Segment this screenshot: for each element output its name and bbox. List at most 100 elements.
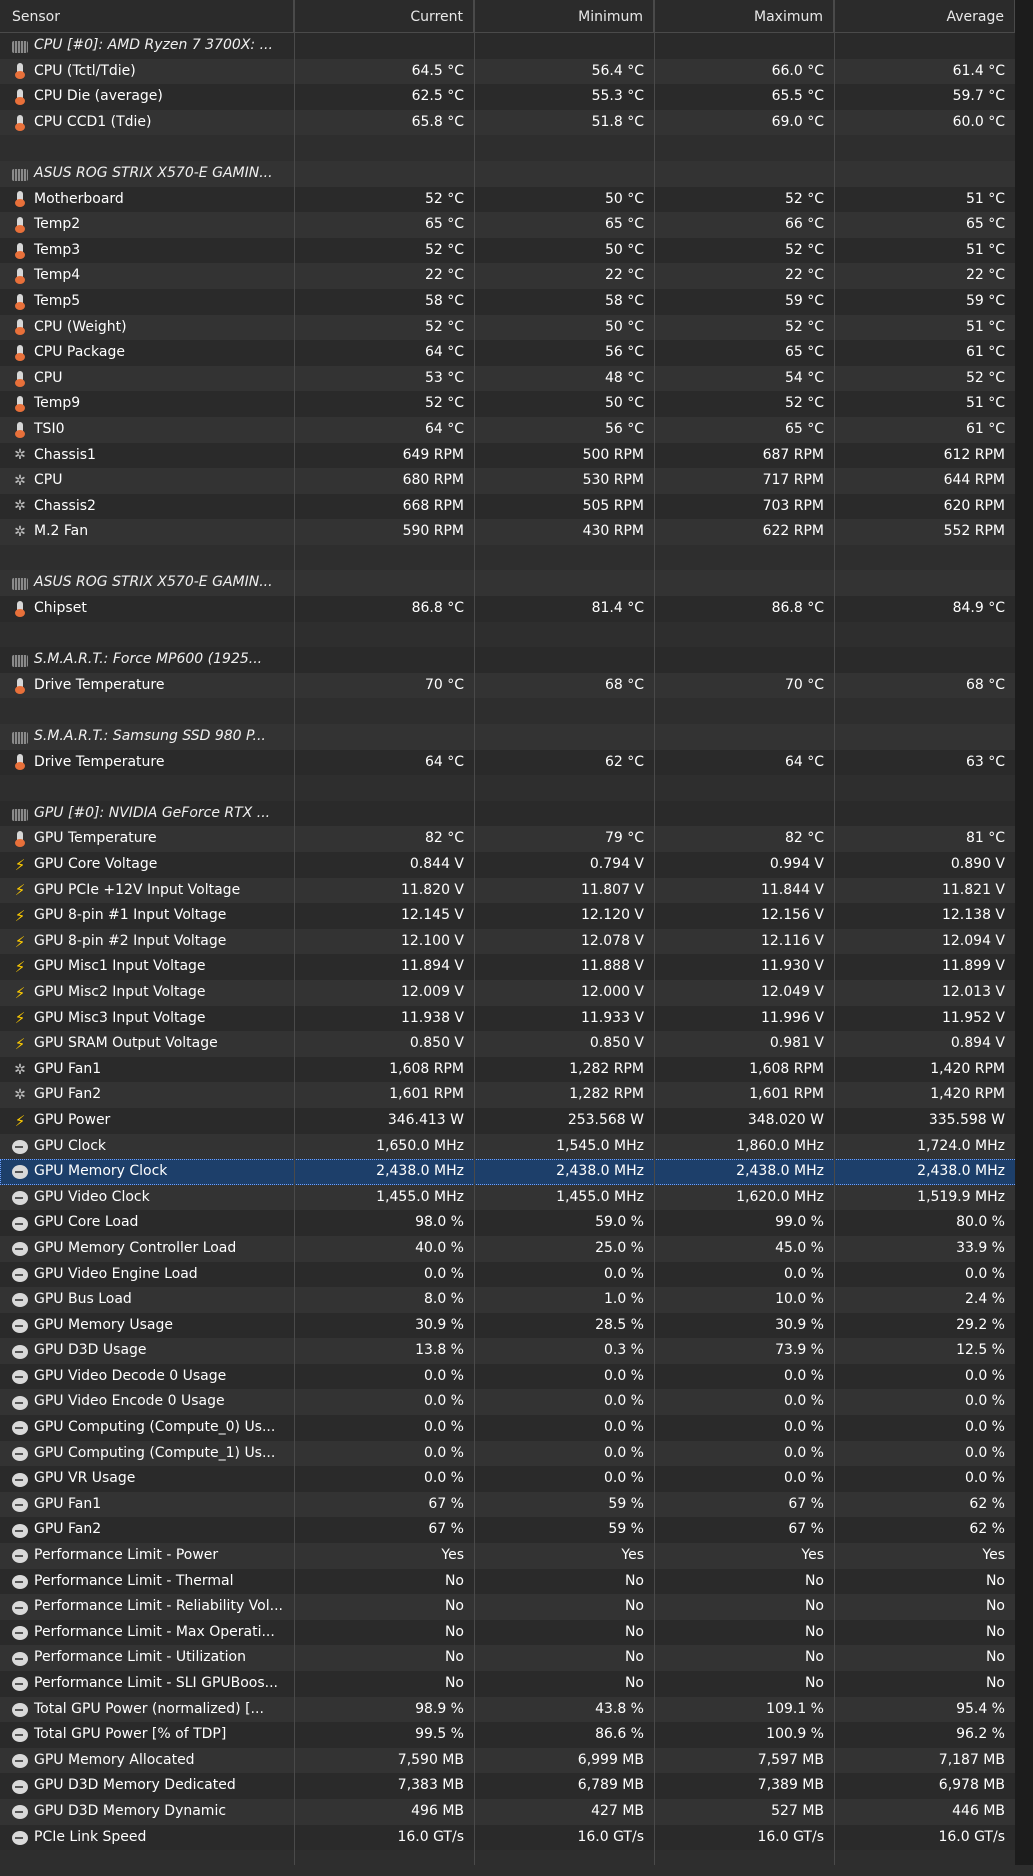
current-value: 668 RPM — [402, 497, 464, 514]
minimum-value: 0.0 % — [603, 1470, 644, 1487]
table-row[interactable]: CPU (Tctl/Tdie) 64.5 °C 56.4 °C 66.0 °C 61.4… — [0, 58, 1033, 85]
table-row[interactable]: Performance Limit - Utilization No No No No — [0, 1645, 1033, 1671]
sensor-group-row[interactable]: CPU [#0]: AMD Ryzen 7 3700X: ... — [0, 33, 1033, 59]
table-row[interactable]: GPU Fan2 67 % 59 % 67 % 62 % — [0, 1517, 1033, 1544]
table-row[interactable]: CPU CCD1 (Tdie) 65.8 °C 51.8 °C 69.0 °C 60.0… — [0, 109, 1033, 136]
average-value: 51 °C — [965, 395, 1005, 412]
table-row[interactable]: ✲ GPU Fan1 1,608 RPM 1,282 RPM 1,608 RPM 1,42… — [0, 1056, 1033, 1083]
table-row[interactable]: Performance Limit - Thermal No No No No — [0, 1568, 1033, 1595]
table-row[interactable]: GPU Memory Controller Load 40.0 % 25.0 % 45… — [0, 1235, 1033, 1262]
sensor-name-cell: Performance Limit - Reliability Vol... — [0, 1594, 294, 1620]
sensor-name-cell: ✲ Chassis1 — [0, 443, 294, 469]
average-value: 335.598 W — [928, 1111, 1005, 1128]
sensor-name-cell: ASUS ROG STRIX X570-E GAMIN... — [0, 161, 294, 187]
sensor-group-row[interactable]: ASUS ROG STRIX X570-E GAMIN... — [0, 570, 1033, 597]
table-row[interactable]: GPU Computing (Compute_1) Us... 0.0 % 0.0 … — [0, 1440, 1033, 1467]
sensor-name-cell: Temp4 — [0, 263, 294, 289]
table-row[interactable]: GPU D3D Usage 13.8 % 0.3 % 73.9 % 12.5 % — [0, 1338, 1033, 1364]
table-row[interactable]: Total GPU Power [% of TDP] 99.5 % 86.6 % 10… — [0, 1722, 1033, 1748]
table-row[interactable]: Drive Temperature 70 °C 68 °C 70 °C 68 °C — [0, 672, 1033, 699]
table-row[interactable]: GPU Bus Load 8.0 % 1.0 % 10.0 % 2.4 % — [0, 1287, 1033, 1313]
table-row[interactable]: Temp2 65 °C 65 °C 66 °C 65 °C — [0, 212, 1033, 238]
sensor-table: Sensor Current Minimum Maximum Average C… — [0, 0, 1033, 1876]
table-row[interactable]: Performance Limit - Reliability Vol... No… — [0, 1594, 1033, 1620]
table-row[interactable]: ✲ M.2 Fan 590 RPM 430 RPM 622 RPM 552 RPM — [0, 519, 1033, 545]
table-row[interactable]: GPU VR Usage 0.0 % 0.0 % 0.0 % 0.0 % — [0, 1466, 1033, 1492]
spacer-row — [0, 544, 1033, 571]
table-row[interactable]: ✲ Chassis1 649 RPM 500 RPM 687 RPM 612 RPM — [0, 442, 1033, 469]
sensor-label: Chassis1 — [34, 446, 96, 463]
table-row[interactable]: ⚡ GPU Misc3 Input Voltage 11.938 V 11.933 V… — [0, 1005, 1033, 1032]
table-row[interactable]: Motherboard 52 °C 50 °C 52 °C 51 °C — [0, 186, 1033, 213]
column-header-average[interactable]: Average — [834, 0, 1015, 32]
maximum-value: 65.5 °C — [771, 88, 824, 105]
table-row[interactable]: Total GPU Power (normalized) [... 98.9 % 4… — [0, 1696, 1033, 1723]
sensor-group-row[interactable]: S.M.A.R.T.: Samsung SSD 980 P... — [0, 724, 1033, 750]
table-row[interactable]: GPU Memory Allocated 7,590 MB 6,999 MB 7,59… — [0, 1747, 1033, 1774]
table-row[interactable]: ✲ CPU 680 RPM 530 RPM 717 RPM 644 RPM — [0, 468, 1033, 494]
column-header-current[interactable]: Current — [294, 0, 474, 32]
column-header-minimum[interactable]: Minimum — [474, 0, 654, 32]
current-value: 0.0 % — [423, 1265, 464, 1282]
table-row[interactable]: Temp9 52 °C 50 °C 52 °C 51 °C — [0, 391, 1033, 417]
table-row[interactable]: CPU (Weight) 52 °C 50 °C 52 °C 51 °C — [0, 314, 1033, 341]
maximum-value: 65 °C — [784, 420, 824, 437]
table-row[interactable]: ⚡ GPU Core Voltage 0.844 V 0.794 V 0.994 V 0.… — [0, 852, 1033, 878]
table-row[interactable]: GPU Core Load 98.0 % 59.0 % 99.0 % 80.0 % — [0, 1210, 1033, 1236]
sensor-label: Performance Limit - SLI GPUBoos... — [34, 1675, 279, 1691]
table-row[interactable]: Temp4 22 °C 22 °C 22 °C 22 °C — [0, 263, 1033, 289]
table-row[interactable]: TSI0 64 °C 56 °C 65 °C 61 °C — [0, 416, 1033, 443]
table-row[interactable]: Drive Temperature 64 °C 62 °C 64 °C 63 °C — [0, 749, 1033, 776]
sensor-name-cell: Performance Limit - Power — [0, 1543, 294, 1569]
table-row[interactable]: GPU Memory Clock 2,438.0 MHz 2,438.0 MHz 2,… — [0, 1159, 1033, 1185]
table-row[interactable]: ✲ Chassis2 668 RPM 505 RPM 703 RPM 620 RPM — [0, 493, 1033, 520]
table-row[interactable]: ⚡ GPU PCIe +12V Input Voltage 11.820 V 11.8… — [0, 877, 1033, 904]
table-row[interactable]: PCIe Link Speed 16.0 GT/s 16.0 GT/s 16.0 GT… — [0, 1824, 1033, 1851]
table-row[interactable]: ⚡ GPU 8-pin #2 Input Voltage 12.100 V 12.07… — [0, 928, 1033, 955]
table-row[interactable]: Performance Limit - SLI GPUBoos... No No No… — [0, 1671, 1033, 1697]
minimum-value: 59.0 % — [595, 1214, 644, 1231]
table-row[interactable]: CPU Package 64 °C 56 °C 65 °C 61 °C — [0, 340, 1033, 366]
sensor-label: S.M.A.R.T.: Samsung SSD 980 P... — [34, 728, 266, 745]
table-row[interactable]: Temp5 58 °C 58 °C 59 °C 59 °C — [0, 288, 1033, 315]
table-row[interactable]: Temp3 52 °C 50 °C 52 °C 51 °C — [0, 237, 1033, 264]
table-row[interactable]: ⚡ GPU Power 346.413 W 253.568 W 348.020 W 335… — [0, 1107, 1033, 1134]
table-row[interactable]: ⚡ GPU 8-pin #1 Input Voltage 12.145 V 12.12… — [0, 903, 1033, 929]
table-row[interactable]: GPU Memory Usage 30.9 % 28.5 % 30.9 % 29.2 % — [0, 1312, 1033, 1339]
current-value: 1,455.0 MHz — [376, 1188, 464, 1205]
table-row[interactable]: Performance Limit - Power Yes Yes Yes Yes — [0, 1543, 1033, 1569]
table-row[interactable]: GPU D3D Memory Dynamic 496 MB 427 MB 527 MB… — [0, 1798, 1033, 1825]
table-row[interactable]: ⚡ GPU Misc1 Input Voltage 11.894 V 11.888 V… — [0, 954, 1033, 980]
minimum-value: No — [624, 1675, 644, 1691]
sensor-group-row[interactable]: ASUS ROG STRIX X570-E GAMIN... — [0, 160, 1033, 187]
sensor-label: GPU Fan2 — [34, 1521, 102, 1538]
sensor-label: GPU 8-pin #2 Input Voltage — [34, 932, 227, 949]
table-row[interactable]: CPU Die (average) 62.5 °C 55.3 °C 65.5 °C 59… — [0, 84, 1033, 110]
minimum-value: 1,455.0 MHz — [556, 1188, 644, 1205]
maximum-value: 52 °C — [784, 318, 824, 335]
table-row[interactable]: CPU 53 °C 48 °C 54 °C 52 °C — [0, 365, 1033, 392]
table-row[interactable]: GPU Temperature 82 °C 79 °C 82 °C 81 °C — [0, 826, 1033, 852]
table-row[interactable]: Chipset 86.8 °C 81.4 °C 86.8 °C 84.9 °C — [0, 596, 1033, 622]
average-value: 0.0 % — [964, 1393, 1005, 1410]
table-row[interactable]: GPU Video Engine Load 0.0 % 0.0 % 0.0 % 0.0 … — [0, 1261, 1033, 1288]
minimum-value: 11.807 V — [580, 881, 644, 898]
table-row[interactable]: ⚡ GPU Misc2 Input Voltage 12.009 V 12.000 V… — [0, 979, 1033, 1006]
table-row[interactable]: ✲ GPU Fan2 1,601 RPM 1,282 RPM 1,601 RPM 1,42… — [0, 1082, 1033, 1108]
table-row[interactable]: GPU Video Encode 0 Usage 0.0 % 0.0 % 0.0 % 0… — [0, 1389, 1033, 1416]
table-row[interactable]: ⚡ GPU SRAM Output Voltage 0.850 V 0.850 V 0.… — [0, 1031, 1033, 1057]
table-row[interactable]: GPU D3D Memory Dedicated 7,383 MB 6,789 MB… — [0, 1773, 1033, 1799]
current-value: 346.413 W — [387, 1111, 464, 1128]
average-value: 2,438.0 MHz — [917, 1163, 1005, 1180]
table-row[interactable]: GPU Clock 1,650.0 MHz 1,545.0 MHz 1,860.0 M… — [0, 1133, 1033, 1160]
table-row[interactable]: GPU Video Decode 0 Usage 0.0 % 0.0 % 0.0 % 0… — [0, 1363, 1033, 1390]
sensor-group-row[interactable]: GPU [#0]: NVIDIA GeForce RTX ... — [0, 800, 1033, 827]
table-row[interactable]: GPU Video Clock 1,455.0 MHz 1,455.0 MHz 1,6… — [0, 1184, 1033, 1211]
column-header-sensor[interactable]: Sensor — [0, 0, 294, 32]
table-row[interactable]: GPU Computing (Compute_0) Us... 0.0 % 0.0 … — [0, 1415, 1033, 1441]
sensor-group-row[interactable]: S.M.A.R.T.: Force MP600 (1925... — [0, 647, 1033, 673]
column-header-maximum[interactable]: Maximum — [654, 0, 834, 32]
table-row[interactable]: Performance Limit - Max Operati... No No No… — [0, 1619, 1033, 1646]
thermometer-icon — [12, 396, 28, 413]
table-row[interactable]: GPU Fan1 67 % 59 % 67 % 62 % — [0, 1491, 1033, 1518]
